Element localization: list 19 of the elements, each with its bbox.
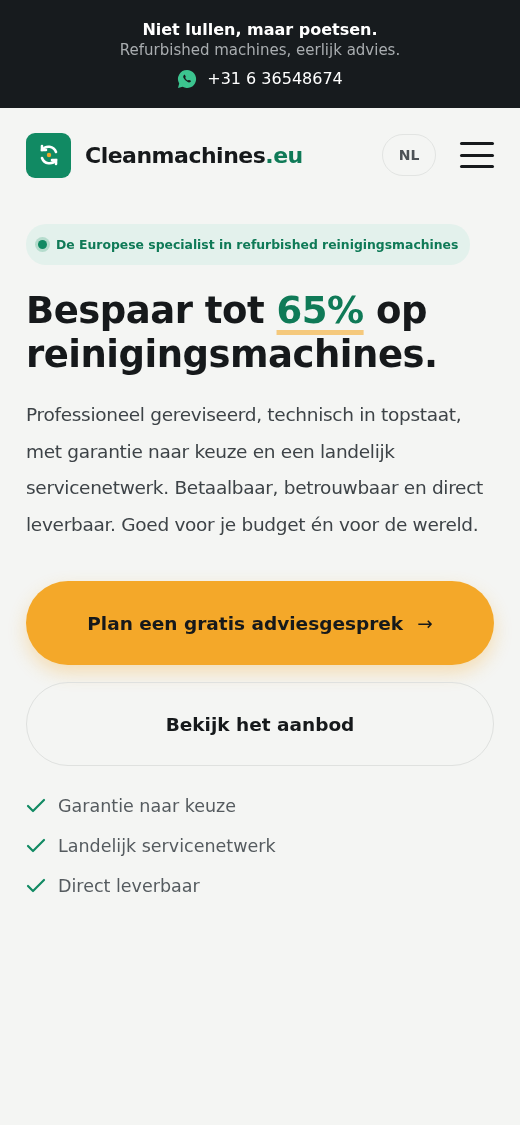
benefit-text: Garantie naar keuze — [58, 796, 236, 816]
whatsapp-icon — [177, 68, 198, 89]
phone-number[interactable]: +31 6 36548674 — [207, 69, 343, 88]
menu-icon[interactable] — [460, 142, 494, 168]
advice-button[interactable]: Plan een gratis adviesgesprek → — [26, 581, 494, 665]
check-icon — [26, 798, 46, 814]
check-icon — [26, 838, 46, 854]
logo-text[interactable]: Cleanmachines.eu — [85, 142, 303, 168]
benefit-text: Direct leverbaar — [58, 876, 200, 896]
language-button[interactable]: NL — [382, 134, 436, 176]
check-icon — [26, 878, 46, 894]
intro-paragraph: Professioneel gereviseerd, technisch in topstaat, met garantie naar keuze en een landelijk servicenetwerk. Betaalbaar, betrouwbaar en direct leverbaar. Goed voor je budget én voor de wereld. — [26, 403, 484, 537]
benefit-text: Landelijk servicenetwerk — [58, 836, 276, 856]
badge-text: De Europese specialist in refurbished reinigingsmachines — [56, 237, 459, 252]
headline: Bespaar tot 65% op reinigingsmachines. — [26, 289, 439, 377]
status-dot-icon — [38, 240, 47, 249]
logo-icon[interactable] — [26, 132, 71, 178]
tagline: Refurbished machines, eerlijk advies. — [119, 40, 401, 59]
slogan: Niet lullen, maar poetsen. — [142, 19, 378, 39]
